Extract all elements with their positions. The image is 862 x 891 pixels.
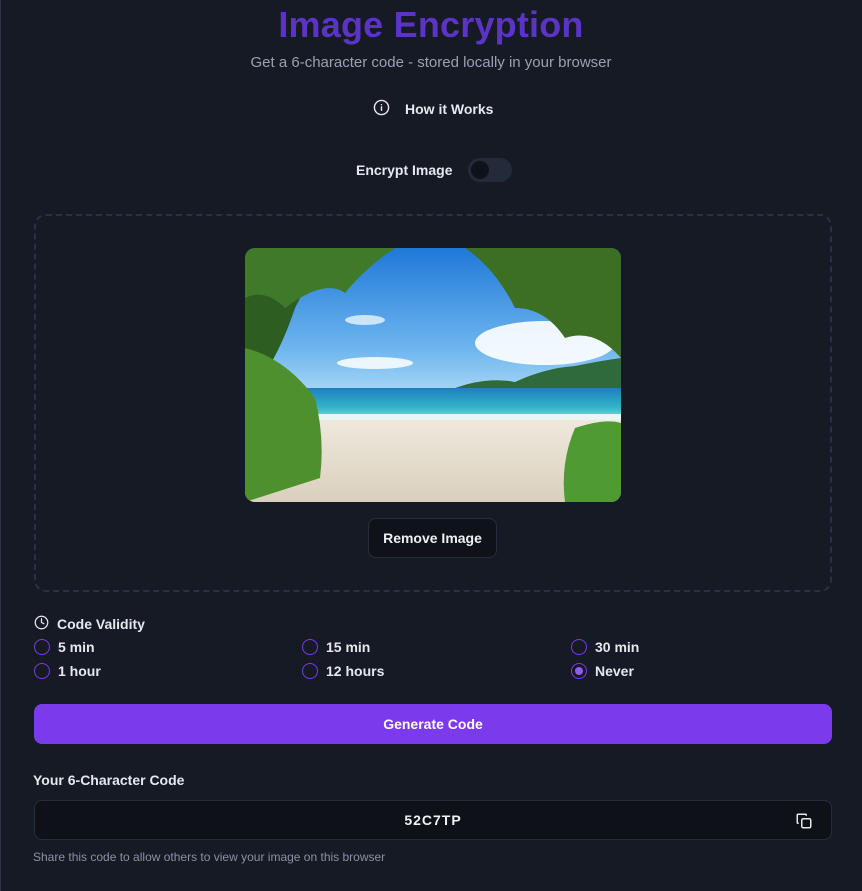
toggle-knob — [471, 161, 490, 179]
validity-option-label: 5 min — [58, 639, 95, 655]
radio-circle — [34, 663, 50, 679]
code-display: 52C7TP — [34, 800, 832, 840]
radio-circle — [302, 663, 318, 679]
validity-option-label: 30 min — [595, 639, 640, 655]
radio-circle-selected — [571, 663, 587, 679]
validity-option-never[interactable]: Never — [571, 663, 634, 679]
share-note: Share this code to allow others to view … — [33, 850, 386, 864]
radio-circle — [571, 639, 587, 655]
code-validity-label: Code Validity — [57, 616, 145, 632]
validity-option-5-min[interactable]: 5 min — [34, 639, 95, 655]
validity-option-12-hours[interactable]: 12 hours — [302, 663, 384, 679]
validity-option-30-min[interactable]: 30 min — [571, 639, 639, 655]
validity-option-label: 12 hours — [326, 663, 385, 679]
validity-option-15-min[interactable]: 15 min — [302, 639, 370, 655]
validity-option-label: 15 min — [326, 639, 371, 655]
code-validity-heading: Code Validity — [34, 615, 145, 633]
window-edge — [0, 0, 1, 891]
clock-icon — [34, 615, 49, 633]
remove-image-button[interactable]: Remove Image — [368, 518, 497, 558]
page-subtitle: Get a 6-character code - stored locally … — [250, 54, 612, 71]
radio-circle — [302, 639, 318, 655]
generate-code-button[interactable]: Generate Code — [34, 704, 832, 744]
encrypt-toggle-row: Encrypt Image — [356, 158, 513, 182]
radio-circle — [34, 639, 50, 655]
validity-option-1-hour[interactable]: 1 hour — [34, 663, 101, 679]
code-value: 52C7TP — [404, 812, 462, 828]
encrypt-toggle[interactable] — [468, 158, 513, 182]
validity-option-label: 1 hour — [58, 663, 101, 679]
encrypt-toggle-label: Encrypt Image — [356, 162, 453, 178]
image-preview — [245, 248, 621, 502]
validity-option-label: Never — [595, 663, 634, 679]
page-title: Image Encryption — [278, 4, 584, 45]
code-label: Your 6-Character Code — [33, 772, 185, 788]
info-icon — [373, 99, 390, 119]
how-it-works-label: How it Works — [405, 101, 494, 117]
how-it-works-button[interactable]: How it Works — [373, 99, 493, 119]
copy-icon[interactable] — [795, 812, 813, 830]
